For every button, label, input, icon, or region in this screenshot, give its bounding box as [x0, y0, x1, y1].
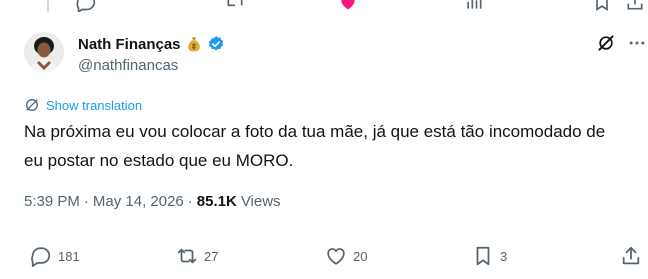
money-bag-icon [187, 37, 200, 52]
heart-icon [327, 248, 345, 265]
translate-icon [26, 99, 38, 111]
like-count: 20 [353, 248, 368, 264]
like-icon [341, 0, 355, 10]
bookmark-icon [596, 0, 608, 12]
repost-icon [227, 0, 243, 7]
bookmark-icon [476, 246, 490, 266]
reply-button[interactable]: 181 [30, 243, 80, 269]
verified-badge-icon[interactable] [207, 35, 225, 53]
tweet-actions: 181 27 20 3 [0, 243, 648, 269]
views-icon [467, 0, 482, 9]
meta-separator: · [187, 192, 193, 210]
handle[interactable]: @nathfinancas [78, 57, 225, 74]
display-name[interactable]: Nath Finanças [78, 36, 181, 53]
show-translation-label: Show translation [46, 97, 143, 113]
tweet-meta: 5:39 PM · May 14, 2026 · 85.1K Views [24, 191, 281, 211]
share-button[interactable] [620, 243, 642, 269]
thread-connector-line [47, 0, 49, 12]
tweet-date[interactable]: May 14, 2026 [93, 193, 184, 210]
grok-icon[interactable] [596, 33, 616, 53]
avatar[interactable] [24, 32, 64, 72]
more-options-icon[interactable] [627, 33, 647, 53]
tweet-text: Na próxima eu vou colocar a foto da tua … [24, 122, 606, 170]
views-label: Views [240, 192, 281, 210]
repost-count: 27 [204, 248, 219, 264]
bookmark-button[interactable]: 3 [472, 243, 507, 269]
author-block: Nath Finanças @nathfinancas [78, 34, 225, 74]
avatar-portrait-icon [24, 32, 64, 72]
repost-icon [177, 248, 197, 264]
meta-separator: · [83, 192, 89, 210]
share-icon [622, 246, 640, 265]
repost-button[interactable]: 27 [176, 243, 218, 269]
reply-icon [76, 0, 96, 12]
like-button[interactable]: 20 [325, 243, 367, 269]
reply-count: 181 [58, 248, 80, 264]
views-count[interactable]: 85.1K [197, 193, 237, 210]
share-icon [627, 0, 643, 10]
reply-icon [31, 247, 51, 267]
show-translation-button[interactable]: Show translation [24, 96, 142, 114]
tweet-time[interactable]: 5:39 PM [24, 193, 80, 210]
bookmark-count: 3 [500, 248, 508, 264]
previous-tweet-actions-strip [0, 0, 648, 12]
